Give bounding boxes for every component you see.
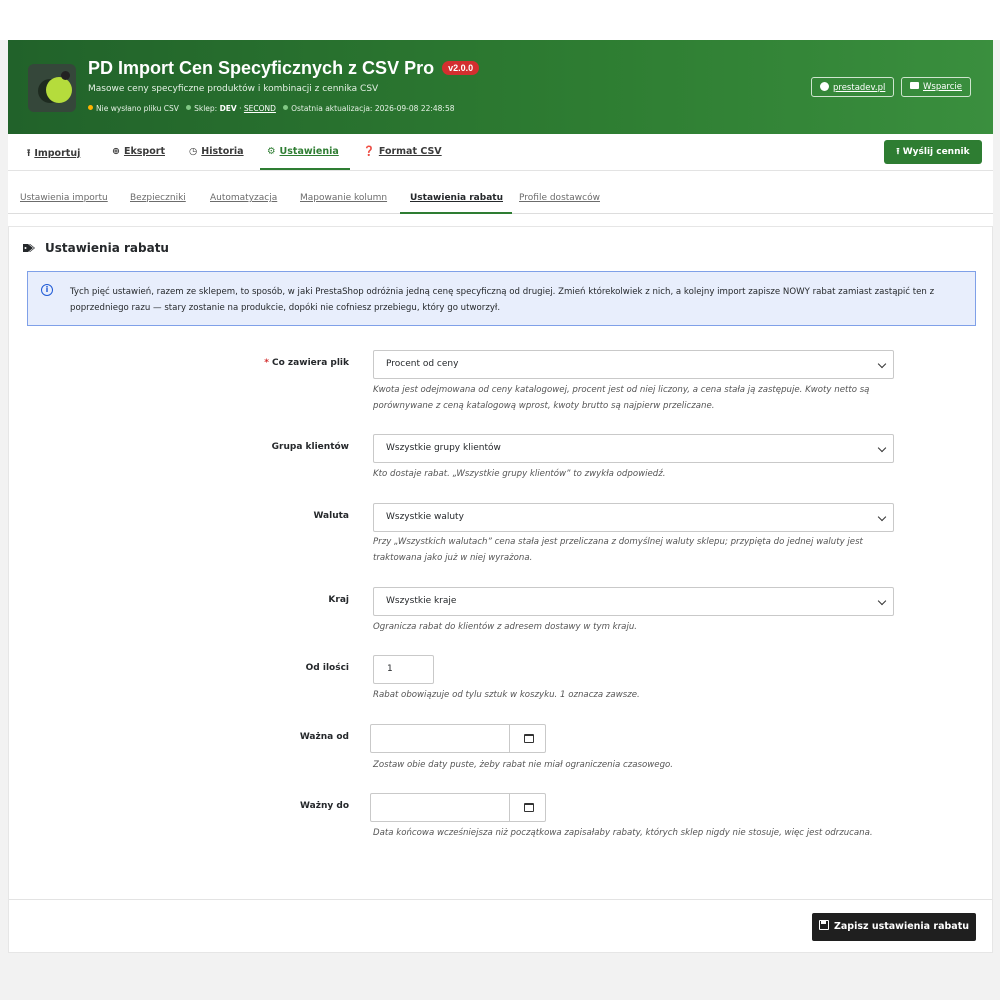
required-mark: * [264,358,270,368]
support-link[interactable]: Wsparcie [901,77,972,97]
valid-from-label: Ważna od [299,732,349,742]
active-subtab-indicator [400,212,512,214]
module-header: PD Import Cen Specyficznych z CSV Pro v2.… [8,40,993,134]
country-label: Kraj [328,595,349,605]
quantity-label: Od ilości [305,663,349,673]
panel-title: Ustawienia rabatu [23,241,169,255]
envelope-icon [910,82,919,89]
module-card: PD Import Cen Specyficznych z CSV Pro v2.… [8,40,993,953]
content-type-help: Kwota jest odejmowana od ceny katalogowe… [373,385,870,411]
clock-icon: ◷ [189,146,198,157]
chevron-down-icon [877,596,887,606]
active-tab-indicator [260,168,350,170]
calendar-icon [524,803,534,812]
valid-to-input[interactable] [370,793,510,822]
customer-group-help: Kto dostaje rabat. „Wszystkie grupy klie… [373,469,666,479]
tab-ustawienia[interactable]: ⚙ Ustawienia [267,146,339,157]
currency-select[interactable]: Wszystkie waluty [373,503,894,532]
upload-icon: ⭱ [27,148,31,159]
module-logo [28,64,76,112]
shop-name-link[interactable]: SECOND [244,104,276,113]
quantity-input[interactable]: 1 [373,655,434,684]
content-type-label: * Co zawiera plik [264,358,349,368]
subtab-automation[interactable]: Automatyzacja [210,193,277,203]
version-badge: v2.0.0 [442,61,480,75]
globe-icon [820,82,829,91]
customer-group-label: Grupa klientów [271,442,349,452]
prestadev-link[interactable]: prestadev.pl [811,77,895,97]
valid-from-calendar-button[interactable] [509,724,546,753]
send-pricelist-button[interactable]: ⭱ Wyślij cennik [884,140,982,164]
panel-footer-divider [9,899,992,900]
discount-settings-panel: Ustawienia rabatu i Tych pięć ustawień, … [8,226,993,953]
country-help: Ogranicza rabat do klientów z adresem do… [373,622,638,632]
country-select[interactable]: Wszystkie kraje [373,587,894,616]
subtab-discount-settings[interactable]: Ustawienia rabatu [410,193,503,203]
customer-group-select[interactable]: Wszystkie grupy klientów [373,434,894,463]
info-icon: i [41,284,53,296]
status-ok-dot-icon [283,105,289,110]
calendar-icon [524,734,534,743]
currency-help: Przy „Wszystkich walutach” cena stała je… [373,537,863,563]
subtab-fuses[interactable]: Bezpieczniki [130,193,186,203]
status-line: Nie wysłano pliku CSV Sklep: DEV · SECON… [88,104,455,113]
settings-subtabs: Ustawienia importu Bezpieczniki Automaty… [8,182,993,214]
quantity-help: Rabat obowiązuje od tylu sztuk w koszyku… [373,690,640,700]
tab-importuj[interactable]: ⭱ Importuj [27,146,80,162]
save-discount-settings-button[interactable]: Zapisz ustawienia rabatu [812,913,976,941]
subtab-supplier-profiles[interactable]: Profile dostawców [519,193,600,203]
subtab-import-settings[interactable]: Ustawienia importu [20,193,108,203]
valid-from-help: Zostaw obie daty puste, żeby rabat nie m… [373,760,674,770]
tab-eksport[interactable]: ⊕ Eksport [112,146,165,157]
valid-from-input[interactable] [370,724,510,753]
currency-label: Waluta [313,511,349,521]
module-subtitle: Masowe ceny specyficzne produktów i komb… [88,84,379,94]
info-alert: i Tych pięć ustawień, razem ze sklepem, … [27,271,976,326]
cogs-icon: ⚙ [267,146,276,157]
shop-env: DEV [219,104,237,113]
module-title: PD Import Cen Specyficznych z CSV Pro v2.… [88,58,480,79]
chevron-down-icon [877,512,887,522]
subtab-column-mapping[interactable]: Mapowanie kolumn [300,193,387,203]
status-no-file: Nie wysłano pliku CSV [96,104,179,113]
download-circle-icon: ⊕ [112,146,120,157]
valid-to-label: Ważny do [300,801,349,811]
status-warning-dot-icon [88,105,93,110]
main-nav: ⭱ Importuj ⊕ Eksport ◷ Historia ⚙ Ustawienia… [8,134,993,171]
info-alert-text: Tych pięć ustawień, razem ze sklepem, to… [70,287,935,313]
status-ok-dot-icon [186,105,192,110]
chevron-down-icon [877,359,887,369]
top-spacer [0,0,1000,40]
question-icon: ❓ [363,146,375,157]
tags-icon [23,244,35,252]
valid-to-calendar-button[interactable] [509,793,546,822]
chevron-down-icon [877,443,887,453]
valid-to-help: Data końcowa wcześniejsza niż początkowa… [373,828,873,838]
last-update: Ostatnia aktualizacja: 2026-09-08 22:48:… [291,104,455,113]
floppy-disk-icon [818,920,829,930]
tab-format-csv[interactable]: ❓ Format CSV [363,146,442,157]
content-type-select[interactable]: Procent od ceny [373,350,894,379]
tab-historia[interactable]: ◷ Historia [189,146,244,157]
